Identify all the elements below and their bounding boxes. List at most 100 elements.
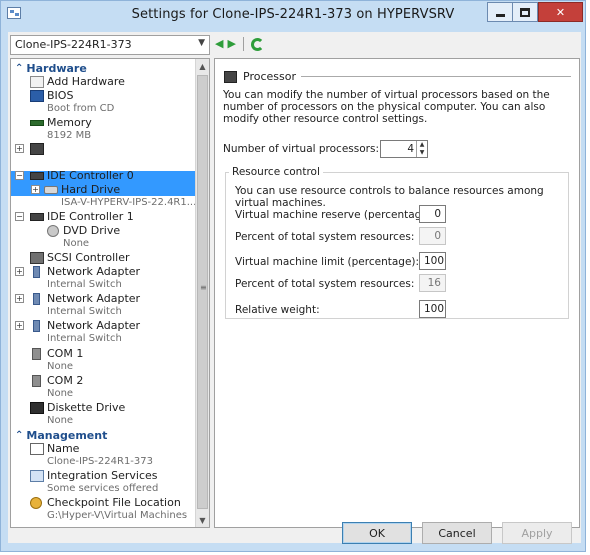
group-divider (301, 76, 571, 77)
back-arrow-icon[interactable]: ◀ (215, 37, 223, 51)
title-bar[interactable]: Settings for Clone-IPS-224R1-373 on HYPE… (1, 1, 585, 28)
weight-input[interactable]: 100 (419, 300, 446, 318)
collapse-chevron-icon: ⌃ (15, 62, 24, 74)
dvd-drive-icon (47, 225, 59, 237)
diskette-drive-icon (30, 402, 44, 414)
section-management[interactable]: ⌃ Management (15, 428, 108, 442)
forward-arrow-icon[interactable]: ▶ (227, 37, 235, 51)
hard-drive-icon (44, 186, 58, 194)
hard-drive-sub: ISA-V-HYPERV-IPS-22.4R1... (61, 197, 197, 208)
scrollbar-thumb[interactable]: ≡ (197, 75, 208, 509)
tree-item-ide1[interactable]: IDE Controller 1 (47, 211, 134, 223)
hard-drive-expander[interactable]: + (31, 185, 40, 194)
refresh-icon[interactable] (250, 37, 264, 51)
name-icon (30, 443, 44, 455)
processor-settings-panel: Processor You can modify the number of v… (214, 58, 580, 528)
network-adapter-icon (33, 320, 40, 332)
tree-item-com1[interactable]: COM 1 (47, 348, 83, 360)
processor-expander[interactable]: + (15, 144, 24, 153)
nav-toolbar: ◀ ▶ (215, 37, 264, 51)
resource-control-description: You can use resource controls to balance… (235, 185, 544, 209)
net3-expander[interactable]: + (15, 321, 24, 330)
tree-item-dvd[interactable]: DVD Drive (63, 225, 120, 237)
net1-expander[interactable]: + (15, 267, 24, 276)
tree-item-net1[interactable]: Network Adapter (47, 266, 140, 278)
tree-item-add-hardware[interactable]: Add Hardware (47, 76, 125, 88)
tree-item-diskette[interactable]: Diskette Drive (47, 402, 125, 414)
limit-input[interactable]: 100 (419, 252, 446, 270)
resource-control-title: Resource control (229, 166, 323, 178)
vm-select[interactable]: Clone-IPS-224R1-373 ▼ (10, 35, 210, 55)
grip-icon: ≡ (200, 283, 207, 292)
memory-icon (30, 120, 44, 126)
spin-buttons[interactable]: ▲ ▼ (416, 141, 427, 157)
ok-button[interactable]: OK (342, 522, 412, 544)
scroll-up-icon[interactable]: ▲ (196, 59, 209, 73)
dialog-client: Clone-IPS-224R1-373 ▼ ◀ ▶ ⌃ Hardware Add… (8, 32, 581, 544)
reserve-label: Virtual machine reserve (percentage): (235, 209, 436, 221)
ide1-expander[interactable]: − (15, 212, 24, 221)
num-processors-label: Number of virtual processors: (223, 143, 379, 155)
num-processors-stepper[interactable]: 4 ▲ ▼ (380, 140, 428, 158)
ide0-expander[interactable]: − (15, 171, 24, 180)
com-port-icon (32, 348, 41, 360)
bios-icon (30, 90, 44, 102)
tree-item-integration[interactable]: Integration Services (47, 470, 158, 482)
limit-label: Virtual machine limit (percentage): (235, 256, 420, 268)
spin-down-icon[interactable]: ▼ (417, 149, 427, 157)
cancel-button[interactable]: Cancel (422, 522, 492, 544)
checkpoint-location-icon (30, 497, 42, 509)
name-sub: Clone-IPS-224R1-373 (47, 456, 154, 467)
processor-group-title: Processor (243, 70, 296, 83)
tree-item-ide0[interactable]: IDE Controller 0 (47, 170, 134, 182)
tree-item-net2[interactable]: Network Adapter (47, 293, 140, 305)
processor-description: You can modify the number of virtual pro… (223, 89, 550, 125)
section-management-label: Management (26, 428, 108, 442)
vm-select-value: Clone-IPS-224R1-373 (15, 38, 132, 51)
network-adapter-icon (33, 293, 40, 305)
com2-sub: None (47, 388, 74, 399)
scroll-down-icon[interactable]: ▼ (196, 513, 209, 527)
tree-item-name[interactable]: Name (47, 443, 79, 455)
toolbar-separator (242, 37, 244, 51)
net2-expander[interactable]: + (15, 294, 24, 303)
add-hardware-icon (30, 76, 44, 88)
num-processors-value: 4 (407, 143, 414, 155)
processor-icon (30, 143, 44, 155)
section-hardware[interactable]: ⌃ Hardware (15, 61, 87, 75)
integration-sub: Some services offered (47, 483, 159, 494)
tree-item-scsi[interactable]: SCSI Controller (47, 252, 130, 264)
settings-window: Settings for Clone-IPS-224R1-373 on HYPE… (0, 0, 586, 552)
scsi-controller-icon (30, 252, 44, 264)
maximize-button[interactable] (513, 2, 538, 22)
tree-item-bios[interactable]: BIOS (47, 90, 73, 102)
tree-item-com2[interactable]: COM 2 (47, 375, 83, 387)
tree-item-hard-drive[interactable]: Hard Drive (61, 184, 120, 196)
section-hardware-label: Hardware (26, 61, 87, 75)
reserve-input[interactable]: 0 (419, 205, 446, 223)
processor-group-header: Processor (224, 70, 296, 83)
weight-label: Relative weight: (235, 304, 320, 316)
tree-item-net3[interactable]: Network Adapter (47, 320, 140, 332)
hardware-tree[interactable]: ⌃ Hardware Add Hardware BIOS Boot from C… (10, 58, 210, 528)
bios-sub: Boot from CD (47, 103, 115, 114)
tree-scrollbar[interactable]: ▲ ≡ ▼ (195, 59, 209, 527)
tree-item-processor[interactable]: Processor (47, 143, 100, 155)
chevron-down-icon: ▼ (198, 38, 205, 48)
close-button[interactable]: ✕ (538, 2, 583, 22)
spin-up-icon[interactable]: ▲ (417, 141, 427, 149)
reserve-percent-label: Percent of total system resources: (235, 231, 415, 243)
tree-item-memory[interactable]: Memory (47, 117, 92, 129)
ide-controller-icon (30, 172, 44, 180)
net2-sub: Internal Switch (47, 306, 122, 317)
limit-percent-label: Percent of total system resources: (235, 278, 415, 290)
minimize-icon (495, 13, 505, 17)
checkpoint-sub: G:\Hyper-V\Virtual Machines (47, 510, 188, 521)
tree-item-checkpoint[interactable]: Checkpoint File Location (47, 497, 181, 509)
apply-button[interactable]: Apply (502, 522, 572, 544)
processor-sub: 4 Virtual processors (47, 156, 147, 167)
minimize-button[interactable] (487, 2, 513, 22)
diskette-sub: None (47, 415, 74, 426)
maximize-icon (520, 7, 530, 17)
net1-sub: Internal Switch (47, 279, 122, 290)
